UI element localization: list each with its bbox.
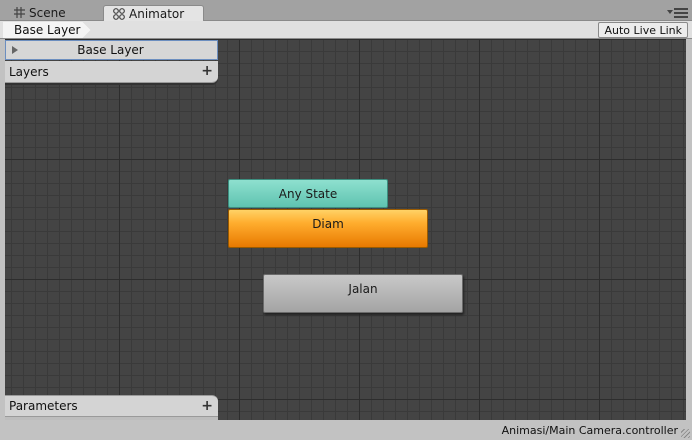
status-bar: Animasi/Main Camera.controller xyxy=(0,420,692,440)
window-menu-icon[interactable] xyxy=(667,6,688,18)
parameters-header-label: Parameters xyxy=(9,399,78,413)
add-parameter-plus-icon[interactable]: + xyxy=(201,399,213,413)
state-label: Diam xyxy=(312,217,344,231)
layer-item-base-layer[interactable]: Base Layer xyxy=(5,40,218,60)
animator-icon xyxy=(112,7,126,21)
breadcrumb-base-layer[interactable]: Base Layer xyxy=(3,22,91,38)
state-diam[interactable]: Diam xyxy=(228,209,428,248)
layers-header[interactable]: Layers + xyxy=(5,61,218,83)
tab-animator-label: Animator xyxy=(129,7,185,21)
add-layer-plus-icon[interactable]: + xyxy=(201,64,213,78)
state-any-state[interactable]: Any State xyxy=(228,179,388,208)
auto-live-link-button[interactable]: Auto Live Link xyxy=(598,22,688,38)
state-jalan[interactable]: Jalan xyxy=(263,274,463,313)
controller-path: Animasi/Main Camera.controller xyxy=(501,424,678,437)
layer-item-label: Base Layer xyxy=(77,43,144,57)
resize-handle-icon[interactable] xyxy=(681,429,690,438)
right-border xyxy=(686,39,692,420)
breadcrumb: Base Layer Auto Live Link xyxy=(0,21,692,39)
layers-header-label: Layers xyxy=(9,64,49,79)
tab-scene[interactable]: Scene xyxy=(4,4,96,21)
tab-strip: Scene Animator xyxy=(0,0,692,22)
grid-icon xyxy=(12,6,26,20)
tab-animator[interactable]: Animator xyxy=(103,5,204,22)
state-label: Jalan xyxy=(348,282,378,296)
tab-scene-label: Scene xyxy=(29,5,66,20)
state-label: Any State xyxy=(278,186,338,201)
parameters-header[interactable]: Parameters + xyxy=(5,395,218,417)
